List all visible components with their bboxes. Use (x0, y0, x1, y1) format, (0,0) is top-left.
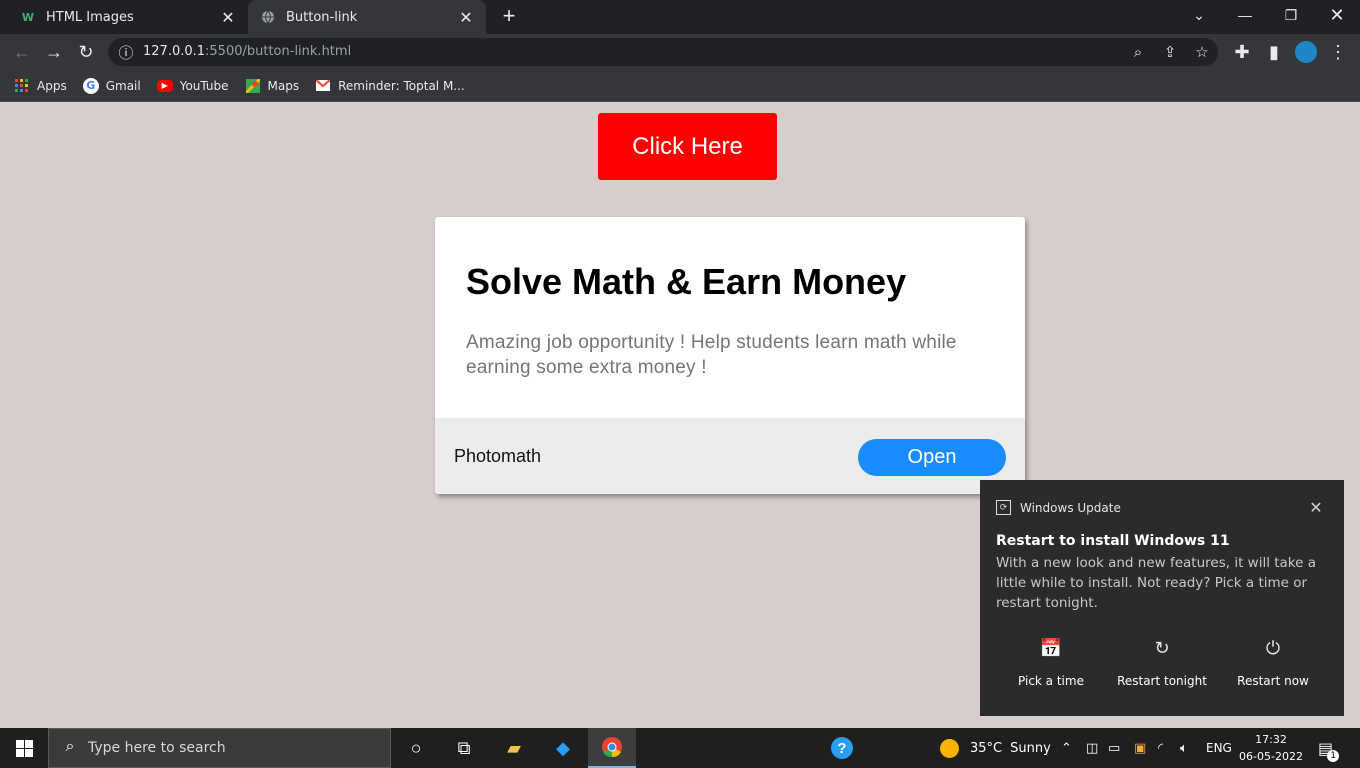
new-tab-icon[interactable]: + (497, 3, 521, 28)
w-icon: W (21, 10, 35, 24)
extensions-icon[interactable]: ✚ (1226, 34, 1258, 70)
url-path: :5500/button-link.html (205, 44, 352, 59)
youtube-icon: ▶ (156, 79, 173, 92)
task-view-icon[interactable]: ⧉ (440, 728, 488, 768)
bookmark-gmail[interactable]: G Gmail (82, 77, 141, 94)
site-info-icon[interactable]: ⓘ (112, 38, 140, 66)
clock-date: 06-05-2022 (1239, 750, 1303, 763)
notification-title: Restart to install Windows 11 (996, 533, 1230, 549)
search-placeholder: Type here to search (88, 740, 226, 756)
bookmark-label: Gmail (105, 78, 141, 93)
notification-count: 1 (1327, 749, 1340, 762)
power-icon: ⏻ (1265, 638, 1281, 659)
card-brand: Photomath (454, 446, 542, 466)
restart-now-button[interactable]: ⏻ Restart now (1218, 638, 1328, 698)
close-tab-icon[interactable]: ✕ (456, 7, 476, 27)
weather-temp: 35°C (970, 740, 1003, 756)
notification-app-name: Windows Update (1020, 501, 1121, 515)
tab-title: HTML Images (46, 9, 134, 25)
forward-icon[interactable]: → (38, 34, 70, 70)
file-explorer-icon[interactable]: ▰ (490, 728, 538, 768)
side-panel-icon[interactable]: ▮ (1258, 34, 1290, 70)
gmail-icon (315, 78, 331, 94)
show-hidden-icons-icon[interactable]: ⌃ (1061, 728, 1072, 768)
maps-icon (245, 78, 261, 94)
pick-a-time-button[interactable]: 📅 Pick a time (996, 638, 1106, 698)
bookmark-maps[interactable]: Maps (245, 78, 300, 94)
meet-now-icon[interactable]: ◫ (1086, 728, 1098, 768)
click-here-button[interactable]: Click Here (598, 113, 777, 180)
tab-title: Button-link (286, 9, 358, 25)
battery-icon[interactable]: ▭ (1108, 728, 1120, 768)
notification-body: With a new look and new features, it wil… (996, 555, 1317, 611)
bookmark-label: Apps (37, 78, 67, 93)
bookmark-reminder[interactable]: Reminder: Toptal M... (315, 78, 465, 94)
cortana-icon[interactable]: ○ (392, 728, 440, 768)
bookmark-label: Maps (267, 78, 300, 93)
close-window-icon[interactable]: ✕ (1314, 0, 1360, 30)
windows-logo-icon (15, 739, 33, 757)
globe-icon (260, 9, 276, 25)
action-label: Restart tonight (1117, 674, 1207, 688)
search-icon: ⌕ (65, 738, 75, 755)
card-title: Solve Math & Earn Money (466, 261, 907, 302)
card-footer: Photomath Open (435, 418, 1025, 494)
windows-update-icon: ⟳ (996, 500, 1011, 515)
restart-icon: ↻ (1154, 638, 1170, 659)
windows-update-notification[interactable]: ⟳ Windows Update ✕ Restart to install Wi… (980, 480, 1344, 716)
action-label: Pick a time (1018, 674, 1084, 688)
address-url[interactable]: 127.0.0.1:5500/button-link.html (143, 38, 351, 66)
bookmark-label: Reminder: Toptal M... (338, 78, 465, 93)
close-tab-icon[interactable]: ✕ (218, 7, 238, 27)
apps-grid-icon (14, 78, 30, 94)
url-host: 127.0.0.1 (143, 44, 206, 59)
calendar-clock-icon: 📅 (1039, 638, 1063, 659)
back-icon[interactable]: ← (6, 34, 38, 70)
google-icon: G (82, 77, 99, 94)
close-icon[interactable]: ✕ (1306, 497, 1326, 517)
reload-icon[interactable]: ↻ (70, 34, 102, 70)
weather-widget[interactable]: 35°C Sunny (940, 728, 1051, 768)
bookmarks-bar: Apps G Gmail ▶ YouTube Maps Reminder: To… (0, 70, 1360, 102)
card-description: Amazing job opportunity ! Help students … (466, 332, 957, 378)
zoom-icon[interactable]: ⌕ (1124, 38, 1152, 66)
minimize-icon[interactable]: — (1222, 0, 1268, 30)
vscode-icon[interactable]: ◆ (539, 728, 587, 768)
clock-time: 17:32 (1255, 733, 1287, 746)
restart-tonight-button[interactable]: ↻ Restart tonight (1107, 638, 1217, 698)
start-button[interactable] (0, 728, 48, 768)
tab-search-chevron-icon[interactable]: ⌄ (1176, 0, 1222, 30)
sun-icon (940, 738, 959, 758)
tab-button-link[interactable]: Button-link ✕ (248, 0, 486, 34)
language-indicator[interactable]: ENG (1206, 728, 1232, 768)
bookmark-label: YouTube (179, 78, 229, 93)
action-center-icon[interactable]: ▤ 1 (1318, 728, 1340, 768)
clock[interactable]: 17:32 06-05-2022 (1236, 731, 1306, 765)
action-label: Restart now (1237, 674, 1309, 688)
share-icon[interactable]: ⇪ (1156, 38, 1184, 66)
bookmark-youtube[interactable]: ▶ YouTube (156, 78, 229, 93)
bookmark-apps[interactable]: Apps (14, 78, 67, 94)
ad-card: Solve Math & Earn Money Amazing job oppo… (435, 217, 1025, 494)
wifi-icon[interactable]: ◜ (1158, 728, 1163, 768)
help-icon[interactable]: ? (818, 728, 866, 768)
update-tray-icon[interactable]: ▣ (1134, 728, 1146, 768)
volume-icon[interactable]: 🔈︎ (1180, 728, 1188, 768)
bookmark-star-icon[interactable]: ☆ (1188, 38, 1216, 66)
avatar[interactable] (1290, 34, 1322, 70)
weather-desc: Sunny (1010, 740, 1051, 756)
menu-icon[interactable]: ⋮ (1322, 34, 1354, 70)
restore-icon[interactable]: ❐ (1268, 0, 1314, 30)
tab-html-images[interactable]: W HTML Images ✕ (8, 0, 248, 34)
open-button[interactable]: Open (858, 439, 1006, 476)
chrome-icon[interactable] (588, 728, 636, 768)
